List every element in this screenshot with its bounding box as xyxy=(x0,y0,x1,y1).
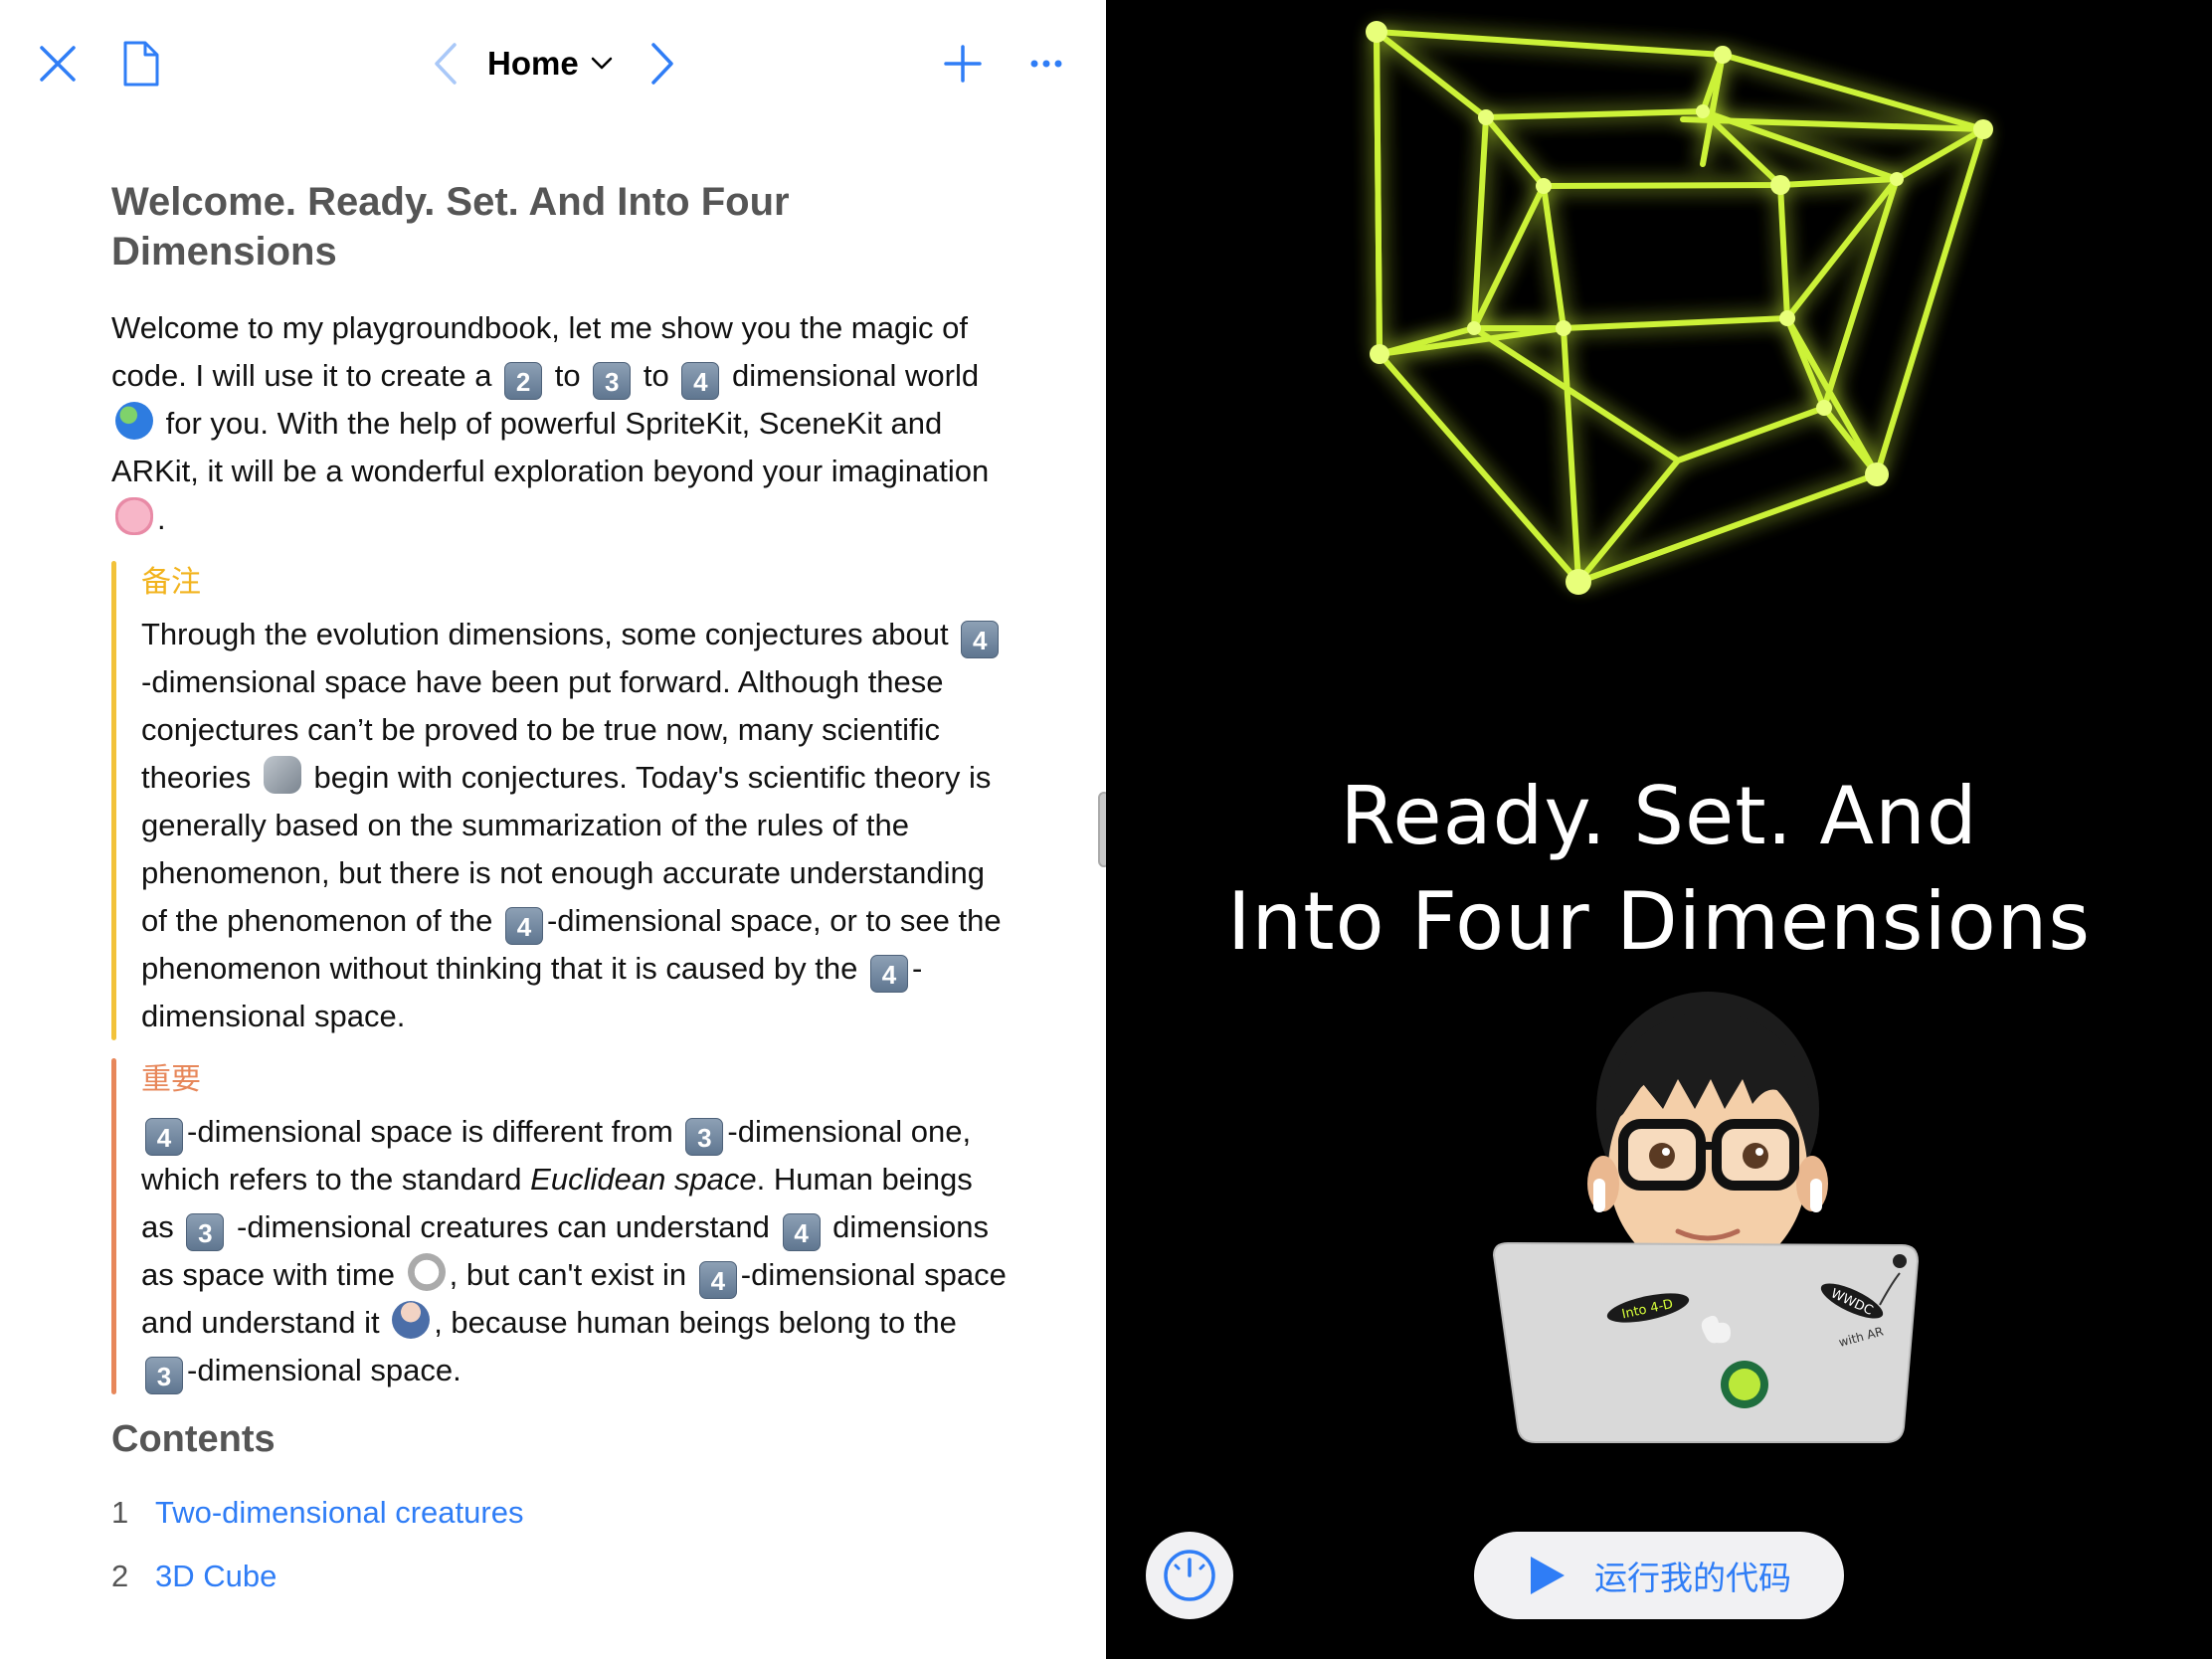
live-view-title: Ready. Set. And Into Four Dimensions xyxy=(1106,764,2212,975)
article-title: Welcome. Ready. Set. And Into Four Dimen… xyxy=(111,180,790,274)
important-text: , but can't exist in xyxy=(449,1257,687,1292)
keycap-3: 3 xyxy=(685,1118,724,1156)
important-text: , because human beings belong to the xyxy=(434,1305,957,1340)
document-icon xyxy=(123,41,159,87)
play-icon xyxy=(1531,1557,1565,1594)
keycap-4: 4 xyxy=(145,1118,183,1156)
microscope-icon xyxy=(263,756,301,794)
contents-item-link[interactable]: 3D Cube xyxy=(155,1545,276,1608)
globe-icon xyxy=(115,402,153,440)
important-body: 4 -dimensional space is different from 3-… xyxy=(141,1108,1007,1394)
ellipsis-icon xyxy=(1030,60,1062,68)
keycap-3: 3 xyxy=(186,1213,225,1251)
playground-page-pane: Home Welcome. Ready. Set. And Into Four … xyxy=(0,0,1106,1659)
add-button[interactable] xyxy=(939,40,987,88)
memoji-with-laptop-illustration: Into 4-D WWDC with AR xyxy=(1492,992,1920,1443)
person-gesturing-no-icon xyxy=(392,1301,431,1339)
tesseract-graphic xyxy=(1366,21,1993,595)
important-text: -dimensional space is different from xyxy=(187,1114,673,1149)
run-my-code-button[interactable]: 运行我的代码 xyxy=(1474,1532,1844,1619)
keycap-3: 3 xyxy=(145,1357,183,1394)
important-text: -dimensional creatures can understand xyxy=(237,1209,770,1244)
intro-paragraph: Welcome to my playgroundbook, let me sho… xyxy=(111,304,1007,543)
brain-icon xyxy=(115,497,153,535)
back-button[interactable] xyxy=(428,38,463,90)
close-icon xyxy=(40,46,76,82)
clock-icon xyxy=(407,1253,446,1291)
document-button[interactable] xyxy=(117,36,165,92)
important-tag: 重要 xyxy=(141,1063,201,1096)
page-title-menu[interactable]: Home xyxy=(487,40,613,88)
important-callout: 重要 4 -dimensional space is different from… xyxy=(111,1058,1007,1394)
keycap-3: 3 xyxy=(593,362,632,400)
chevron-down-icon xyxy=(591,57,612,70)
note-callout: 备注 Through the evolution dimensions, som… xyxy=(111,561,1007,1040)
close-button[interactable] xyxy=(34,38,82,90)
contents-item[interactable]: 2 3D Cube xyxy=(111,1545,1007,1608)
speedometer-icon xyxy=(1164,1550,1215,1601)
intro-text: to xyxy=(643,358,669,393)
contents-item-link[interactable]: Two-dimensional creatures xyxy=(155,1481,523,1545)
intro-text: . xyxy=(157,501,166,536)
note-body: Through the evolution dimensions, some c… xyxy=(141,611,1007,1040)
keycap-4: 4 xyxy=(504,907,543,945)
euclidean-space-emphasis: Euclidean space xyxy=(530,1162,757,1197)
keycap-4: 4 xyxy=(698,1261,737,1299)
speed-button[interactable] xyxy=(1146,1532,1233,1619)
live-title-line-1: Ready. Set. And xyxy=(1340,770,1978,862)
plus-icon xyxy=(944,45,982,83)
run-button-label: 运行我的代码 xyxy=(1594,1560,1791,1596)
live-title-line-2: Into Four Dimensions xyxy=(1226,875,2092,968)
note-tag: 备注 xyxy=(141,566,201,599)
intro-text: to xyxy=(554,358,581,393)
article: Welcome. Ready. Set. And Into Four Dimen… xyxy=(111,177,1007,1608)
contents-list: 1 Two-dimensional creatures 2 3D Cube xyxy=(111,1481,1007,1608)
keycap-4: 4 xyxy=(869,955,908,993)
intro-text: dimensional world xyxy=(732,358,980,393)
forward-button[interactable] xyxy=(645,38,680,90)
live-view: Ready. Set. And Into Four Dimensions Int… xyxy=(1106,0,2212,1659)
keycap-4: 4 xyxy=(681,362,720,400)
toolbar: Home xyxy=(0,0,1106,127)
intro-text: for you. With the help of powerful Sprit… xyxy=(111,406,990,488)
keycap-2: 2 xyxy=(504,362,543,400)
page-title: Home xyxy=(487,45,579,82)
keycap-4: 4 xyxy=(961,621,1000,658)
contents-item-number: 2 xyxy=(111,1559,129,1593)
important-text: -dimensional space. xyxy=(187,1353,461,1387)
more-button[interactable] xyxy=(1026,46,1066,82)
chevron-left-icon xyxy=(435,43,457,85)
contents-item[interactable]: 1 Two-dimensional creatures xyxy=(111,1481,1007,1545)
note-text: Through the evolution dimensions, some c… xyxy=(141,617,949,651)
chevron-right-icon xyxy=(651,43,673,85)
contents-heading: Contents xyxy=(111,1418,276,1460)
keycap-4: 4 xyxy=(782,1213,821,1251)
contents-item-number: 1 xyxy=(111,1495,129,1530)
